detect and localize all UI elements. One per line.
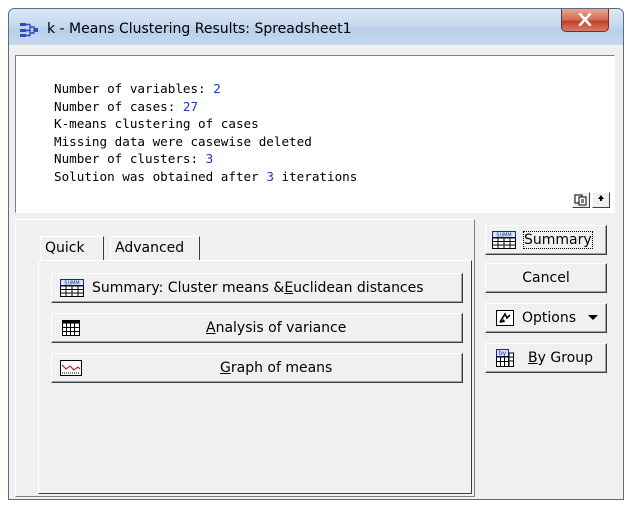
results-line: Number of variables: 2	[54, 80, 357, 98]
results-line-suffix: iterations	[281, 168, 358, 184]
results-line: Number of clusters: 3	[54, 150, 357, 168]
graph-of-means-button[interactable]: Graph of means	[51, 353, 463, 383]
graph-of-means-label: Graph of means	[220, 354, 332, 382]
summary-cluster-means-button[interactable]: SUMM Summary: Cluster means & E uclidean…	[51, 273, 463, 303]
options-dropdown-button[interactable]: Options	[485, 303, 607, 333]
close-button[interactable]	[561, 9, 609, 32]
results-line: K-means clustering of cases	[54, 115, 357, 133]
window-title: k - Means Clustering Results: Spreadshee…	[47, 21, 352, 37]
tab-quick[interactable]: Quick	[40, 236, 104, 260]
summary-table-icon: SUMM	[60, 279, 84, 297]
options-panel: Quick Advanced SUMM Summary: Cluster mea…	[15, 219, 475, 497]
tab-quick-label: Quick	[45, 240, 85, 256]
results-line-label: K-means clustering of cases	[54, 116, 259, 131]
results-line: Solution was obtained after 3 iterations	[54, 168, 357, 186]
title-bar[interactable]: k - Means Clustering Results: Spreadshee…	[9, 9, 623, 45]
summary-button-label: Summary	[523, 226, 593, 254]
summary-label-part-2: uclidean distances	[293, 280, 424, 296]
results-window: k - Means Clustering Results: Spreadshee…	[8, 8, 624, 500]
svg-text:by: by	[499, 350, 507, 357]
tab-advanced-label: Advanced	[115, 240, 185, 256]
arrow-up-icon	[598, 195, 604, 201]
cancel-button[interactable]: Cancel	[485, 263, 607, 293]
results-line-label: Number of cases:	[54, 98, 176, 114]
anova-label-accelerator: A	[206, 320, 216, 336]
cancel-button-label: Cancel	[522, 270, 570, 286]
close-icon	[578, 13, 592, 26]
scroll-up-button[interactable]	[592, 192, 610, 208]
graph-label-rest: raph of means	[230, 360, 333, 376]
by-group-label: By Group	[528, 344, 593, 372]
by-group-icon: by	[496, 349, 514, 367]
summary-label-accelerator: E	[284, 280, 294, 296]
results-text: Number of variables: 2 Number of cases: 2…	[54, 80, 357, 185]
anova-label-rest: nalysis of variance	[215, 320, 347, 336]
dropdown-arrow-icon	[588, 315, 598, 320]
results-line: Missing data were casewise deleted	[54, 133, 357, 151]
results-line-value: 27	[182, 98, 199, 114]
analysis-of-variance-button[interactable]: Analysis of variance	[51, 313, 463, 343]
summary-cluster-means-label: Summary: Cluster means & E uclidean dist…	[92, 274, 424, 302]
by-group-button[interactable]: by By Group	[485, 343, 607, 373]
summary-button[interactable]: SUMM Summary	[485, 225, 607, 255]
results-output-pane: Number of variables: 2 Number of cases: 2…	[15, 55, 615, 213]
results-line-label: Number of variables:	[54, 81, 206, 96]
results-line-value: 3	[205, 151, 214, 166]
graph-label-accelerator: G	[220, 360, 231, 376]
by-group-label-rest: y Group	[537, 350, 593, 366]
results-line-label: Missing data were casewise deleted	[54, 133, 312, 149]
summary-label-part-1: Summary: Cluster means &	[92, 280, 285, 296]
results-line: Number of cases: 27	[54, 98, 357, 116]
spreadsheet-grid-icon	[62, 320, 80, 336]
by-group-label-accelerator: B	[528, 350, 538, 366]
options-icon	[496, 310, 514, 326]
options-button-label: Options	[522, 310, 577, 326]
summary-table-icon: SUMM	[492, 231, 516, 249]
results-line-label: Solution was obtained after	[54, 168, 259, 184]
tab-advanced[interactable]: Advanced	[110, 236, 200, 260]
quick-tab-body: SUMM Summary: Cluster means & E uclidean…	[38, 260, 472, 494]
summary-button-text: Summary	[523, 231, 593, 249]
results-line-label: Number of clusters:	[54, 151, 199, 166]
analysis-of-variance-label: Analysis of variance	[206, 314, 346, 342]
clustering-app-icon	[20, 23, 38, 37]
results-line-value: 2	[213, 81, 221, 96]
results-line-value: 3	[266, 168, 274, 184]
copy-icon	[574, 194, 587, 206]
copy-button[interactable]	[572, 192, 590, 208]
line-graph-icon	[60, 360, 82, 376]
